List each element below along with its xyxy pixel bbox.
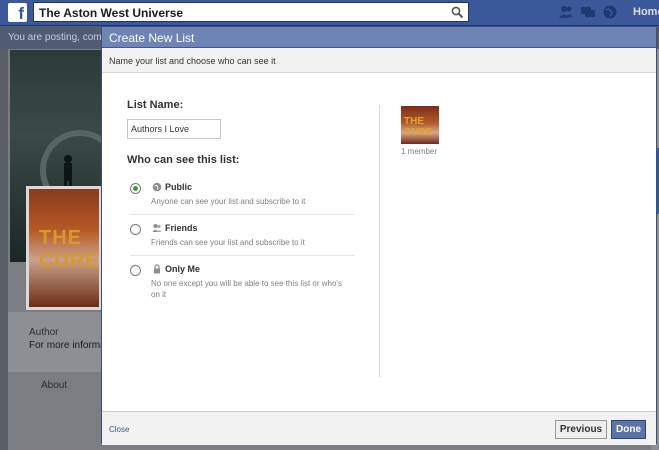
dialog-subheader: Name your list and choose who can see it [102,48,656,73]
friend-requests-icon[interactable] [558,4,574,20]
member-count: 1 member [401,147,438,156]
lock-icon [154,264,160,274]
option-title-friends: Friends [165,223,198,233]
search-box[interactable]: The Aston West Universe [33,2,469,22]
member-thumbnail[interactable]: THE CURE [401,106,439,144]
radio-only-me[interactable] [130,265,141,276]
globe-notifications-icon[interactable] [602,4,618,20]
globe-icon [152,182,162,192]
messages-icon[interactable] [580,4,596,20]
notification-icons [558,4,618,20]
background-author-label: Author [29,327,59,338]
option-title-public: Public [165,182,193,192]
who-can-see-label: Who can see this list: [127,154,240,166]
privacy-option-public[interactable]: Public Anyone can see your list and subs… [130,182,354,215]
option-title-only-me: Only Me [165,264,201,274]
home-link[interactable]: Home [633,6,659,18]
option-desc-friends: Friends can see your list and subscribe … [151,238,305,247]
dialog-footer: Close Previous Done [102,411,656,445]
member-thumbnail-title: THE CURE [404,116,433,138]
profile-picture-title: THE CURE [39,227,100,272]
dialog-header: Create New List [102,27,656,48]
search-input-value[interactable]: The Aston West Universe [39,6,183,20]
radio-friends[interactable] [130,224,141,235]
close-link[interactable]: Close [109,425,129,434]
background-about-tab[interactable]: About [41,380,67,391]
dialog-subtitle: Name your list and choose who can see it [109,56,276,66]
friends-icon [152,224,162,232]
privacy-option-friends[interactable]: Friends Friends can see your list and su… [130,223,354,256]
done-button[interactable]: Done [611,420,646,439]
vertical-divider [379,105,380,377]
list-name-label: List Name: [127,99,184,111]
list-name-input[interactable] [127,119,221,139]
option-desc-public: Anyone can see your list and subscribe t… [151,197,306,206]
search-icon[interactable] [451,6,464,19]
dialog-title: Create New List [109,31,195,45]
privacy-option-only-me[interactable]: Only Me No one except you will be able t… [130,264,354,305]
top-bar: f The Aston West Universe Home [0,0,659,26]
option-desc-only-me: No one except you will be able to see th… [151,279,342,299]
create-list-dialog: Create New List Name your list and choos… [101,26,657,445]
facebook-logo-icon[interactable]: f [8,3,27,22]
radio-public[interactable] [130,183,141,194]
profile-picture[interactable]: THE CURE [26,186,102,310]
previous-button[interactable]: Previous [555,420,607,439]
